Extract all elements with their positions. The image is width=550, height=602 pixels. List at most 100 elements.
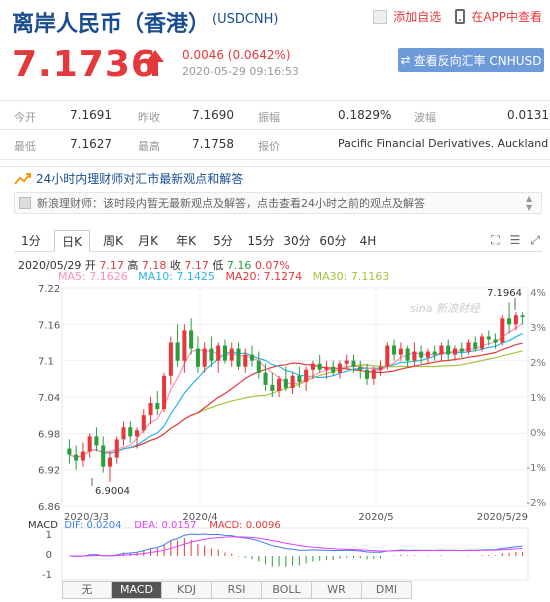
macd-value: MACD: 0.0096 — [209, 520, 281, 531]
candlestick-chart[interactable]: 7.22 7.16 7.1 7.04 6.98 6.92 6.86 4% 3% 2% 1% 0% -1%… — [0, 282, 550, 582]
symbol-code: (USDCNH) — [212, 12, 279, 27]
candle-body — [148, 403, 153, 416]
y-tick-label: 6.86 — [38, 502, 60, 513]
chart-tools: ⛶ ☰ ⤢ — [491, 233, 540, 248]
indicator-tab-macd[interactable]: MACD — [112, 581, 162, 599]
quote-label: 波幅 — [414, 111, 436, 124]
candle-body — [121, 427, 126, 440]
y-right-tick-label: -1% — [527, 463, 546, 474]
quote-table: 今开 7.1691 昨收 7.1690 振幅 0.1829% 波幅 0.0131… — [0, 100, 550, 160]
candle-body — [385, 345, 390, 367]
phone-icon — [455, 9, 466, 24]
quote-label: 振幅 — [258, 111, 280, 124]
indicator-tab-boll[interactable]: BOLL — [262, 581, 312, 599]
y-tick-label: 7.04 — [38, 393, 60, 404]
indicator-tabs: 无 MACD KDJ RSI BOLL WR DMI — [62, 581, 412, 599]
candle-body — [480, 336, 485, 349]
quote-value: 7.1627 — [70, 137, 112, 151]
tab-1min[interactable]: 1分 — [14, 230, 48, 252]
candle-body — [351, 360, 356, 367]
candle-body — [392, 345, 397, 355]
high-annotation: 7.1964 — [487, 288, 522, 299]
candle-body — [67, 448, 72, 455]
candle-body — [459, 348, 464, 352]
candle-body — [101, 445, 106, 467]
candle-body — [236, 348, 241, 367]
candle-body — [493, 339, 498, 343]
candle-body — [168, 342, 173, 376]
indicator-tab-kdj[interactable]: KDJ — [162, 581, 212, 599]
candle-body — [297, 375, 302, 382]
candle-body — [87, 436, 92, 452]
candle-body — [365, 369, 370, 379]
scroll-down-icon[interactable]: ▼ — [526, 203, 532, 212]
indicator-tab-dmi[interactable]: DMI — [362, 581, 412, 599]
app-view-link[interactable]: 在APP中查看 — [471, 8, 542, 25]
reverse-rate-button[interactable]: ⇄ 查看反向汇率 CNHUSD — [398, 48, 544, 72]
trend-icon — [14, 172, 31, 185]
candle-body — [412, 351, 417, 361]
candle-body — [324, 366, 329, 370]
y-right-tick-label: -2% — [527, 498, 546, 509]
tab-monthly-k[interactable]: 月K — [130, 230, 166, 252]
quote-source: Pacific Financial Derivatives. Auckland — [338, 137, 549, 150]
expert-scroll[interactable]: ▲ ▼ — [526, 194, 532, 212]
expert-message: 新浪理财师：该时段内暂无最新观点及解答，点击查看24小时之前的观点及解答 — [37, 197, 425, 210]
tab-daily-k[interactable]: 日K — [54, 230, 90, 252]
quote-value: 7.1758 — [192, 137, 234, 151]
y-right-tick-label: 0% — [530, 428, 546, 439]
swap-icon: ⇄ — [400, 53, 411, 67]
candle-body — [155, 403, 160, 410]
tab-60min[interactable]: 60分 — [316, 230, 350, 252]
candle-body — [195, 348, 200, 367]
quote-value: 7.1690 — [192, 108, 234, 122]
low-annotation: 6.9004 — [95, 486, 130, 497]
y-right-tick-label: 4% — [530, 288, 546, 299]
candle-body — [466, 342, 471, 352]
expert-title-text: 24小时内理财师对汇市最新观点和解答 — [36, 172, 244, 186]
quote-label: 最低 — [14, 140, 36, 153]
candle-body — [358, 366, 363, 370]
candle-body — [398, 348, 403, 355]
expert-message-box[interactable]: 新浪理财师：该时段内暂无最新观点及解答，点击查看24小时之前的观点及解答 — [14, 192, 542, 214]
quote-label: 今开 — [14, 111, 36, 124]
quote-value: 0.1829% — [338, 108, 392, 122]
avatar — [19, 197, 31, 209]
candle-body — [182, 330, 187, 361]
quote-label: 报价 — [258, 140, 280, 153]
add-watch-icon[interactable] — [373, 9, 388, 24]
candle-body — [135, 430, 140, 437]
candle-body — [189, 330, 194, 349]
indicator-tab-rsi[interactable]: RSI — [212, 581, 262, 599]
macd-y-tick: 0 — [46, 550, 52, 561]
macd-name: MACD — [28, 520, 58, 531]
expert-title[interactable]: 24小时内理财师对汇市最新观点和解答 — [14, 170, 243, 187]
y-right-tick-label: 3% — [530, 323, 546, 334]
tab-4h[interactable]: 4H — [352, 230, 384, 252]
candle-body — [513, 315, 518, 325]
list-icon[interactable]: ☰ — [510, 233, 521, 248]
tab-30min[interactable]: 30分 — [280, 230, 314, 252]
quote-value: 7.1691 — [70, 108, 112, 122]
indicator-tab-none[interactable]: 无 — [62, 581, 112, 599]
fullscreen-icon[interactable]: ⤢ — [530, 233, 540, 248]
expand-icon[interactable]: ⛶ — [491, 233, 499, 248]
tab-5min[interactable]: 5分 — [206, 230, 240, 252]
candle-body — [250, 354, 255, 361]
quote-value: 0.0131 — [507, 108, 549, 122]
quote-label: 最高 — [138, 140, 160, 153]
page-title: 离岸人民币（香港） — [12, 12, 211, 37]
y-right-tick-label: 2% — [530, 358, 546, 369]
add-watch-link[interactable]: 添加自选 — [393, 8, 441, 25]
tab-weekly-k[interactable]: 周K — [96, 230, 130, 252]
indicator-tab-wr[interactable]: WR — [312, 581, 362, 599]
scroll-up-icon[interactable]: ▲ — [526, 194, 532, 203]
candle-body — [310, 363, 315, 370]
candle-body — [114, 439, 119, 458]
candle-body — [162, 375, 167, 410]
tab-15min[interactable]: 15分 — [244, 230, 278, 252]
macd-frame — [61, 527, 529, 581]
quote-row: 今开 7.1691 昨收 7.1690 振幅 0.1829% 波幅 0.0131 — [0, 100, 550, 130]
candle-body — [419, 351, 424, 358]
tab-yearly-k[interactable]: 年K — [168, 230, 204, 252]
